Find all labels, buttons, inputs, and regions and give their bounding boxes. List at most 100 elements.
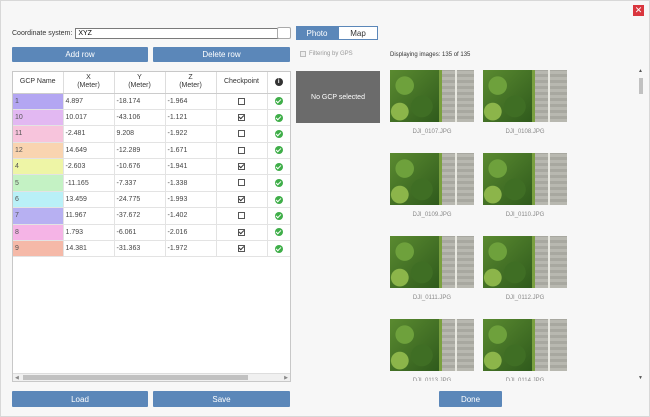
image-thumbnail-item[interactable]: DJI_0108.JPG (483, 70, 567, 135)
gps-filter-checkbox[interactable] (300, 51, 306, 57)
delete-row-button[interactable]: Delete row (153, 47, 290, 62)
z-cell[interactable]: -1.402 (165, 207, 217, 225)
image-thumbnail-item[interactable]: DJI_0109.JPG (390, 153, 474, 218)
image-thumbnail-item[interactable]: DJI_0114.JPG (483, 319, 567, 381)
table-row[interactable]: 8 1.793 -6.061 -2.016 (13, 224, 290, 242)
table-row[interactable]: 4 -2.603 -10.676 -1.941 (13, 158, 290, 176)
vertical-scrollbar[interactable]: ▲ ▼ (637, 68, 645, 381)
header-z[interactable]: Z (Meter) (165, 72, 217, 94)
gcp-name-cell[interactable]: 7 (13, 207, 64, 225)
gcp-name-cell[interactable]: 5 (13, 174, 64, 192)
y-cell[interactable]: -43.106 (114, 109, 166, 127)
table-row[interactable]: 10 10.017 -43.106 -1.121 (13, 109, 290, 127)
image-thumbnail-item[interactable]: DJI_0111.JPG (390, 236, 474, 301)
table-row[interactable]: 7 11.967 -37.672 -1.402 (13, 207, 290, 225)
coordinate-system-input[interactable] (75, 28, 280, 39)
y-cell[interactable]: -10.676 (114, 158, 166, 176)
z-cell[interactable]: -1.964 (165, 93, 217, 110)
header-y[interactable]: Y (Meter) (114, 72, 166, 94)
z-cell[interactable]: -1.941 (165, 158, 217, 176)
image-thumbnail-item[interactable]: DJI_0113.JPG (390, 319, 474, 381)
scroll-down-icon[interactable]: ▼ (638, 375, 643, 381)
header-x[interactable]: X (Meter) (63, 72, 115, 94)
x-cell[interactable]: -11.165 (63, 174, 115, 192)
image-thumbnail-item[interactable]: DJI_0110.JPG (483, 153, 567, 218)
aerial-photo-thumbnail[interactable] (483, 319, 567, 371)
horizontal-scrollbar[interactable]: ◀ ▶ (13, 373, 290, 381)
checkpoint-checkbox[interactable] (238, 130, 245, 138)
y-cell[interactable]: -6.061 (114, 224, 166, 242)
header-checkpoint[interactable]: Checkpoint (216, 72, 268, 94)
y-cell[interactable]: -24.775 (114, 191, 166, 209)
image-thumbnail-item[interactable]: DJI_0112.JPG (483, 236, 567, 301)
table-row[interactable]: 1 4.897 -18.174 -1.964 (13, 93, 290, 110)
gcp-name-cell[interactable]: 10 (13, 109, 64, 127)
checkpoint-checkbox[interactable] (238, 228, 245, 236)
checkpoint-checkbox[interactable] (238, 245, 245, 253)
aerial-photo-thumbnail[interactable] (390, 236, 474, 288)
x-cell[interactable]: 14.649 (63, 142, 115, 160)
coordinate-system-browse-button[interactable] (277, 27, 291, 39)
load-button[interactable]: Load (12, 391, 148, 407)
aerial-photo-thumbnail[interactable] (390, 70, 474, 122)
done-button[interactable]: Done (439, 391, 502, 407)
aerial-photo-thumbnail[interactable] (390, 153, 474, 205)
vertical-scroll-thumb[interactable] (639, 78, 643, 94)
x-cell[interactable]: -2.603 (63, 158, 115, 176)
y-cell[interactable]: 9.208 (114, 125, 166, 143)
horizontal-scroll-thumb[interactable] (23, 375, 248, 380)
x-cell[interactable]: 11.967 (63, 207, 115, 225)
y-cell[interactable]: -18.174 (114, 93, 166, 110)
header-gcp-name[interactable]: GCP Name (13, 72, 64, 94)
close-icon[interactable]: ✕ (633, 5, 644, 16)
gcp-name-cell[interactable]: 4 (13, 158, 64, 176)
checkpoint-checkbox[interactable] (238, 212, 245, 220)
image-thumbnail-item[interactable]: DJI_0107.JPG (390, 70, 474, 135)
scroll-left-icon[interactable]: ◀ (15, 375, 19, 381)
z-cell[interactable]: -1.121 (165, 109, 217, 127)
gcp-name-cell[interactable]: 1 (13, 93, 64, 110)
gcp-name-cell[interactable]: 11 (13, 125, 64, 143)
tab-photo[interactable]: Photo (296, 26, 338, 40)
table-row[interactable]: 12 14.649 -12.289 -1.671 (13, 142, 290, 160)
x-cell[interactable]: 13.459 (63, 191, 115, 209)
x-cell[interactable]: 4.897 (63, 93, 115, 110)
add-row-button[interactable]: Add row (12, 47, 148, 62)
save-button[interactable]: Save (153, 391, 290, 407)
checkpoint-checkbox[interactable] (238, 113, 245, 121)
aerial-photo-thumbnail[interactable] (483, 153, 567, 205)
checkpoint-checkbox[interactable] (238, 179, 245, 187)
gcp-name-cell[interactable]: 8 (13, 224, 64, 242)
x-cell[interactable]: 14.381 (63, 240, 115, 258)
tab-map[interactable]: Map (338, 26, 378, 40)
gcp-name-cell[interactable]: 6 (13, 191, 64, 209)
gcp-name-cell[interactable]: 12 (13, 142, 64, 160)
y-cell[interactable]: -31.363 (114, 240, 166, 258)
x-cell[interactable]: 1.793 (63, 224, 115, 242)
table-row[interactable]: 9 14.381 -31.363 -1.972 (13, 240, 290, 258)
checkpoint-checkbox[interactable] (238, 163, 245, 171)
checkpoint-checkbox[interactable] (238, 97, 245, 105)
table-row[interactable]: 11 -2.481 9.208 -1.922 (13, 125, 290, 143)
aerial-photo-thumbnail[interactable] (483, 236, 567, 288)
x-cell[interactable]: -2.481 (63, 125, 115, 143)
table-row[interactable]: 6 13.459 -24.775 -1.993 (13, 191, 290, 209)
y-cell[interactable]: -37.672 (114, 207, 166, 225)
checkpoint-checkbox[interactable] (238, 195, 245, 203)
z-cell[interactable]: -1.922 (165, 125, 217, 143)
z-cell[interactable]: -2.016 (165, 224, 217, 242)
scroll-right-icon[interactable]: ▶ (284, 375, 288, 381)
y-cell[interactable]: -12.289 (114, 142, 166, 160)
x-cell[interactable]: 10.017 (63, 109, 115, 127)
table-row[interactable]: 5 -11.165 -7.337 -1.338 (13, 174, 290, 192)
z-cell[interactable]: -1.993 (165, 191, 217, 209)
aerial-photo-thumbnail[interactable] (390, 319, 474, 371)
scroll-up-icon[interactable]: ▲ (638, 68, 643, 74)
aerial-photo-thumbnail[interactable] (483, 70, 567, 122)
z-cell[interactable]: -1.972 (165, 240, 217, 258)
z-cell[interactable]: -1.338 (165, 174, 217, 192)
gcp-name-cell[interactable]: 9 (13, 240, 64, 258)
y-cell[interactable]: -7.337 (114, 174, 166, 192)
z-cell[interactable]: -1.671 (165, 142, 217, 160)
checkpoint-checkbox[interactable] (238, 146, 245, 154)
